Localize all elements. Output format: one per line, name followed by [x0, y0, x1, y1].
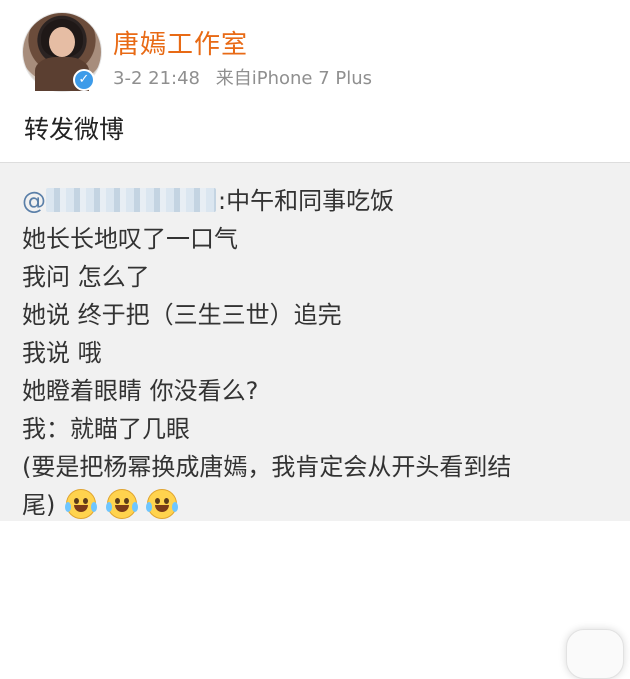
repost-line-3: 我问 怎么了: [22, 263, 150, 291]
tear-icon: [65, 502, 72, 512]
mouth-icon: [155, 505, 170, 512]
repost-line-9: 尾): [22, 485, 179, 520]
verified-badge-icon: ✓: [73, 69, 95, 91]
avatar-face: [49, 27, 75, 57]
floating-corner-button[interactable]: [566, 629, 624, 679]
mention-text: :中午和同事吃饭: [218, 187, 395, 215]
blurred-mention[interactable]: [46, 188, 216, 212]
repost-line-7: 我：就瞄了几眼: [22, 415, 190, 443]
repost-line-4: 她说 终于把（三生三世）追完: [22, 301, 342, 329]
mention-at-symbol[interactable]: @: [22, 187, 46, 215]
laugh-crying-emoji-icon: [146, 489, 179, 519]
tear-icon: [131, 502, 138, 512]
laugh-crying-emoji-icon: [105, 489, 138, 519]
tear-icon: [146, 502, 153, 512]
weibo-post-header: ✓ 唐嫣工作室 3-2 21:48 来自iPhone 7 Plus 转发微博: [0, 0, 630, 160]
repost-line-6: 她瞪着眼睛 你没看么?: [22, 377, 259, 405]
repost-line-8: (要是把杨幂换成唐嫣，我肯定会从开头看到结: [22, 453, 512, 481]
tear-icon: [105, 502, 112, 512]
post-source: 来自iPhone 7 Plus: [215, 68, 373, 89]
repost-line-1: @ :中午和同事吃饭: [22, 181, 394, 216]
tear-icon: [172, 502, 179, 512]
repost-line-5: 我说 哦: [22, 339, 102, 367]
repost-line-9-text: 尾): [22, 491, 56, 519]
tear-icon: [91, 502, 98, 512]
mouth-icon: [114, 505, 129, 512]
repost-line-2: 她长长地叹了一口气: [22, 225, 238, 253]
post-username[interactable]: 唐嫣工作室: [113, 24, 248, 61]
reposted-content[interactable]: @ :中午和同事吃饭 她长长地叹了一口气 我问 怎么了 她说 终于把（三生三世）追…: [0, 162, 630, 679]
post-text: 转发微博: [24, 115, 125, 144]
post-meta: 3-2 21:48 来自iPhone 7 Plus: [113, 64, 382, 90]
laugh-crying-emoji-icon: [65, 489, 98, 519]
post-time: 3-2 21:48: [113, 68, 200, 89]
mouth-icon: [74, 505, 89, 512]
